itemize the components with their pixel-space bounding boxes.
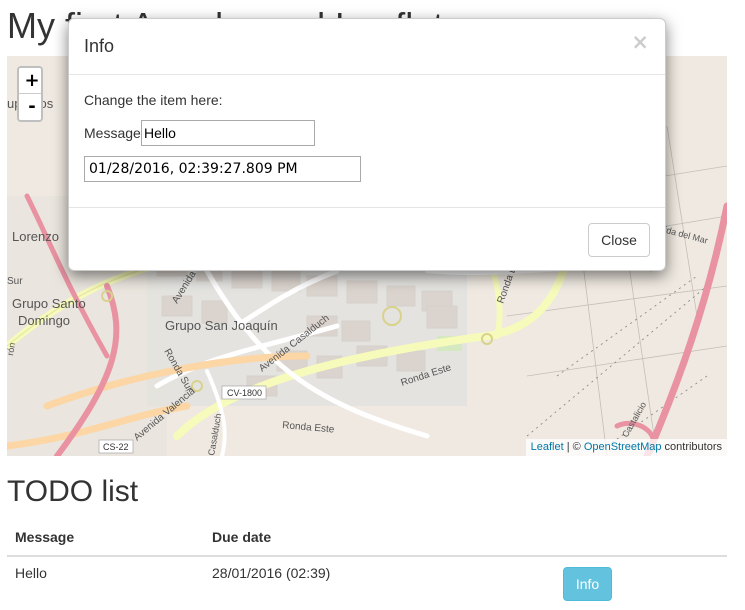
due-date-input[interactable] <box>84 156 361 182</box>
modal-footer: Close <box>69 207 665 271</box>
modal-intro-text: Change the item here: <box>84 92 223 108</box>
close-button[interactable]: Close <box>588 223 650 257</box>
message-input[interactable] <box>141 120 315 146</box>
modal-body: Change the item here: Message <box>69 75 665 207</box>
close-icon[interactable]: × <box>631 31 649 53</box>
modal-title: Info <box>84 36 115 56</box>
info-modal: Info × Change the item here: Message Clo… <box>68 18 666 271</box>
modal-header: Info × <box>69 19 665 75</box>
message-label: Message <box>84 125 141 141</box>
